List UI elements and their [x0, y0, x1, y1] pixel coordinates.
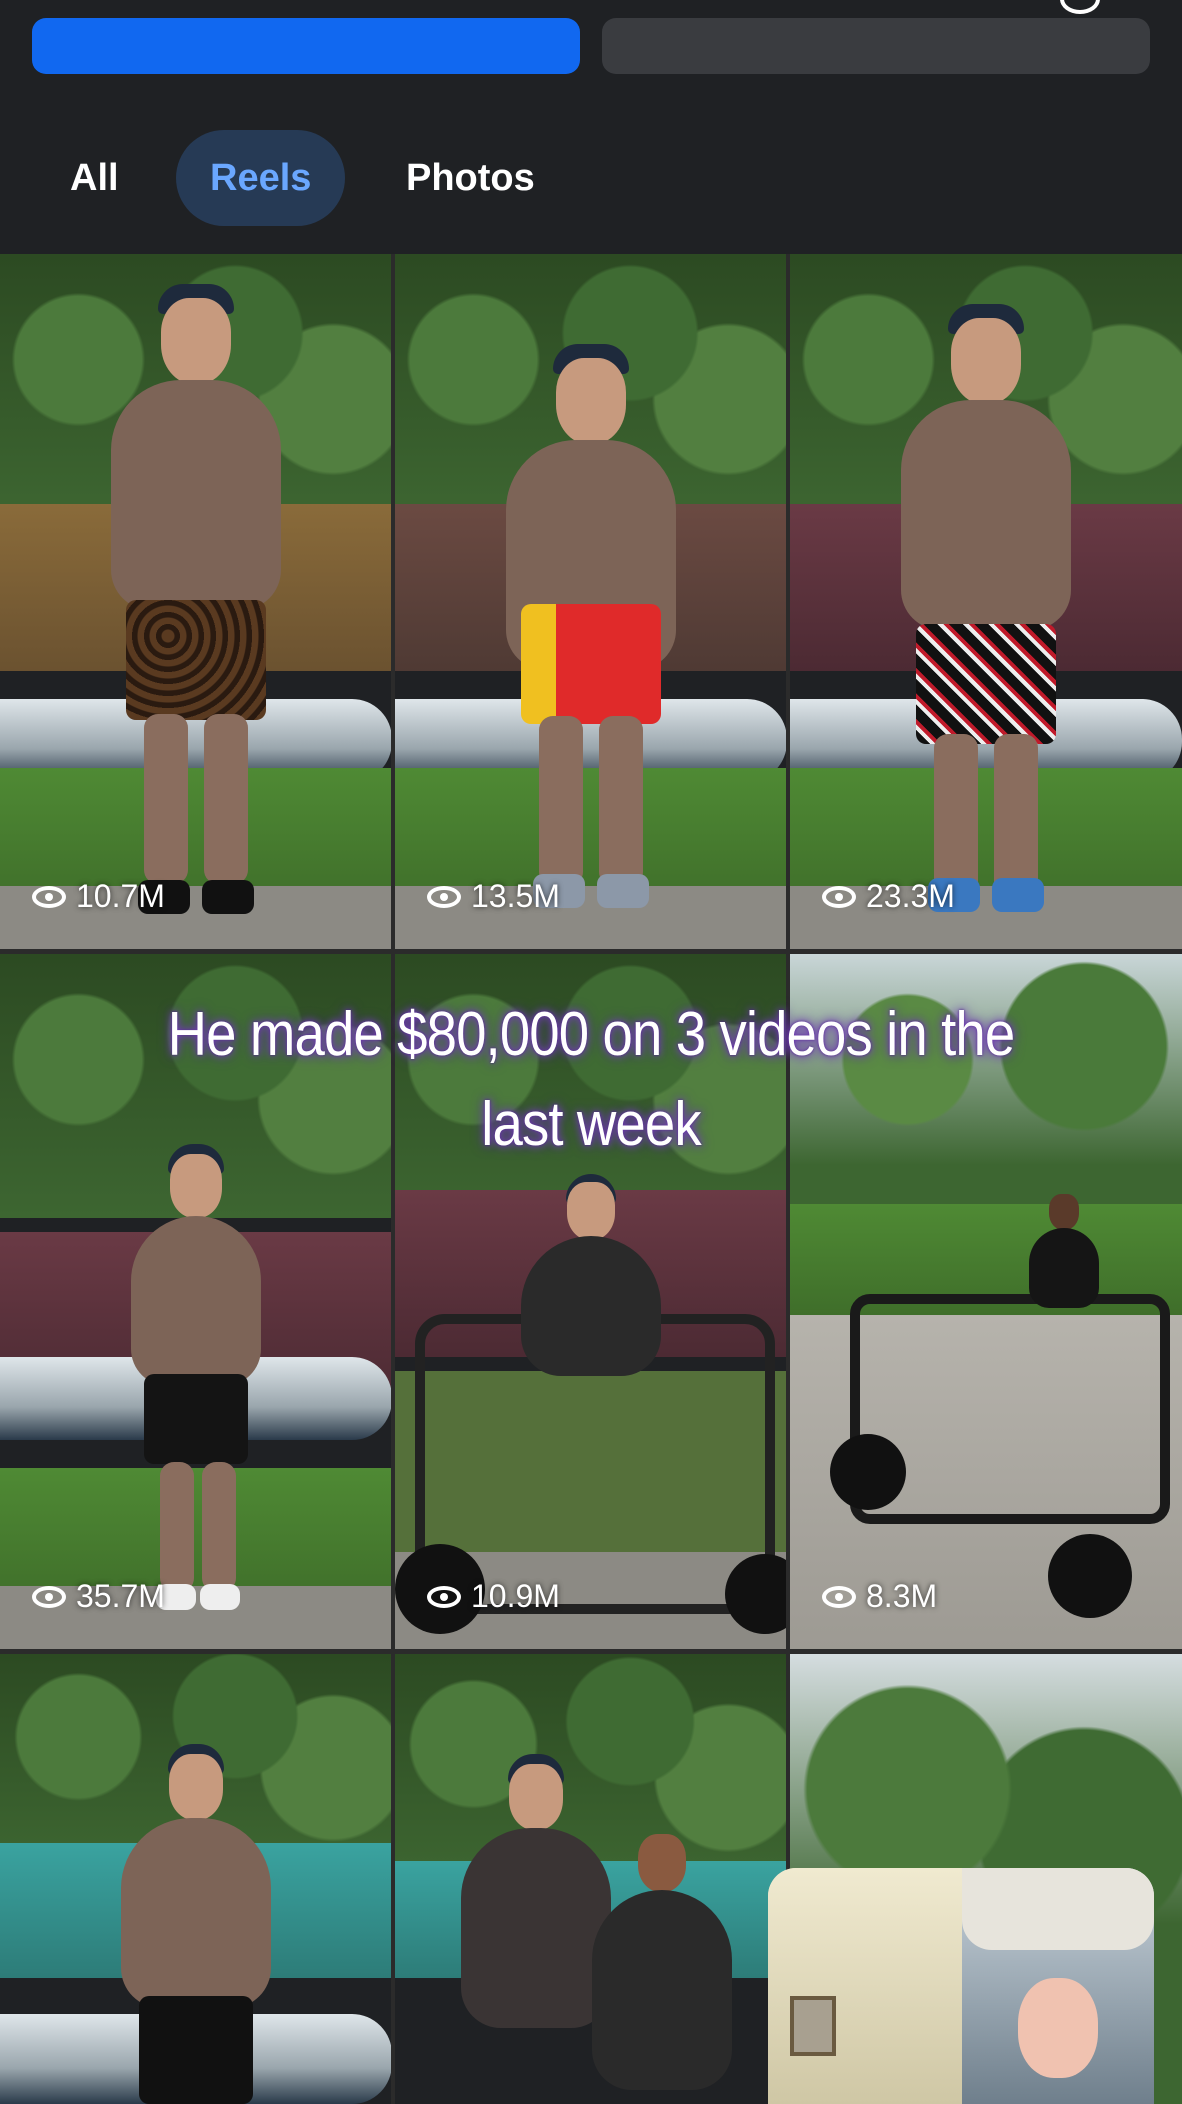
eye-icon — [822, 1585, 856, 1608]
view-count: 23.3M — [822, 878, 955, 915]
person — [86, 284, 306, 924]
reel-thumbnail[interactable]: 23.3M — [790, 254, 1182, 949]
reels-grid: 10.7M 13.5M 23.3M 35.7M 10.9M 8.3M — [0, 254, 1182, 2104]
eye-icon — [427, 885, 461, 908]
row-divider — [0, 949, 1182, 954]
tab-all[interactable]: All — [36, 130, 153, 226]
person — [481, 344, 701, 924]
primary-action-button[interactable] — [32, 18, 580, 74]
wall-frame — [790, 1996, 836, 2056]
eye-icon — [822, 885, 856, 908]
view-count: 8.3M — [822, 1578, 937, 1615]
profile-icon[interactable] — [1060, 0, 1100, 14]
person — [876, 304, 1096, 924]
reel-thumbnail[interactable]: 13.5M — [395, 254, 787, 949]
tab-photos[interactable]: Photos — [372, 130, 569, 226]
eye-icon — [427, 1585, 461, 1608]
person — [491, 1174, 691, 1474]
eye-icon — [32, 885, 66, 908]
person — [96, 1744, 296, 2104]
reel-thumbnail[interactable]: 10.7M — [0, 254, 392, 949]
row-divider — [0, 1649, 1182, 1654]
top-action-bar — [0, 0, 1182, 90]
content-filter-tabs: All Reels Photos — [0, 120, 1182, 230]
picture-in-picture-video[interactable] — [768, 1868, 1154, 2104]
overlay-caption: He made $80,000 on 3 videos in the last … — [167, 1000, 1016, 1159]
view-count: 10.7M — [32, 878, 165, 915]
wheel — [830, 1434, 906, 1510]
secondary-action-button[interactable] — [602, 18, 1150, 74]
wheel — [1048, 1534, 1132, 1618]
tab-reels[interactable]: Reels — [176, 130, 346, 226]
reel-thumbnail[interactable] — [0, 1654, 392, 2104]
person — [587, 1834, 737, 2104]
reel-thumbnail[interactable] — [395, 1654, 787, 2104]
view-count: 10.9M — [427, 1578, 560, 1615]
car-visor — [962, 1868, 1154, 1950]
person — [106, 1144, 286, 1614]
person-face — [1018, 1978, 1098, 2078]
view-count: 13.5M — [427, 878, 560, 915]
eye-icon — [32, 1585, 66, 1608]
view-count: 35.7M — [32, 1578, 165, 1615]
person — [1024, 1194, 1104, 1334]
